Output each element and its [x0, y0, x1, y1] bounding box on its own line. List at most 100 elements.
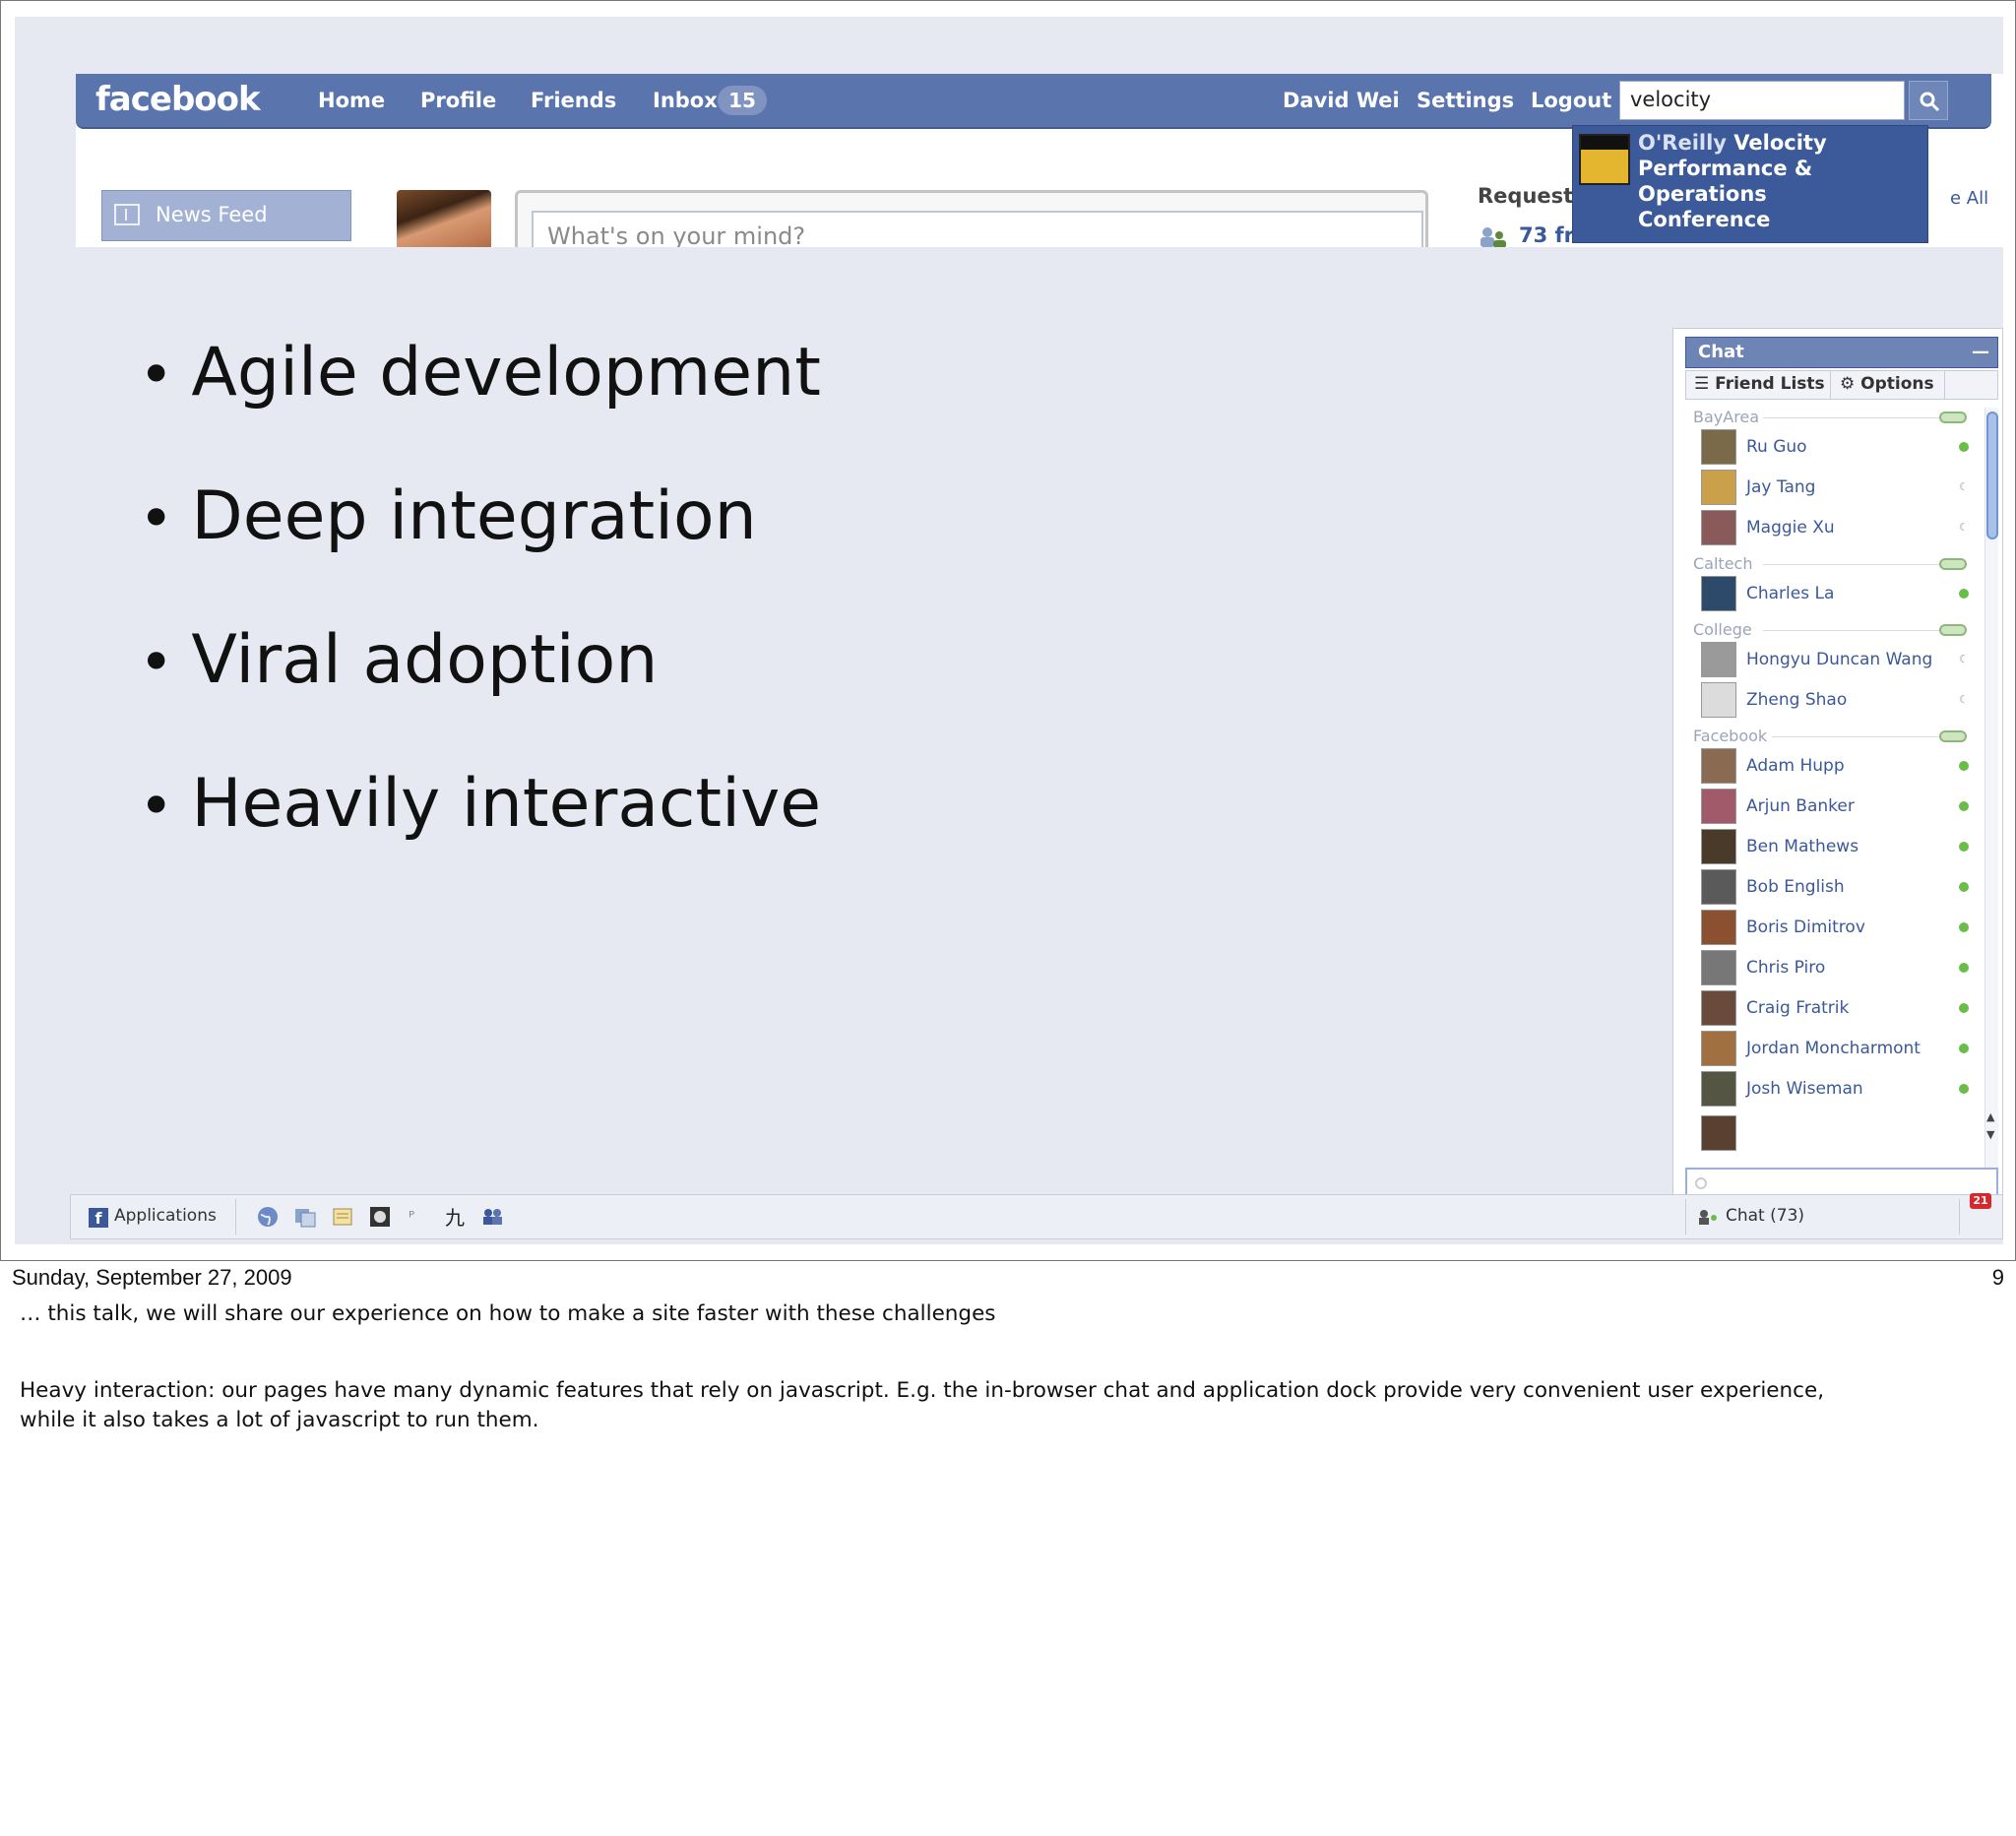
chat-friend-name[interactable]: Charles La: [1746, 584, 1834, 603]
chat-group-label[interactable]: BayArea: [1693, 408, 1759, 426]
chat-friend-name[interactable]: Maggie Xu: [1746, 518, 1835, 538]
online-status-icon: [1959, 442, 1969, 452]
see-all-link[interactable]: e All: [1950, 188, 1988, 209]
notes-icon[interactable]: [331, 1205, 354, 1229]
speaker-note: while it also takes a lot of javascript …: [20, 1408, 539, 1432]
group-toggle[interactable]: [1939, 730, 1967, 742]
group-toggle[interactable]: [1939, 558, 1967, 570]
online-status-icon: [1959, 1044, 1969, 1053]
friend-avatar[interactable]: [1701, 1031, 1736, 1066]
chat-friend-name[interactable]: Zheng Shao: [1746, 690, 1847, 710]
chat-friend-name[interactable]: Ru Guo: [1746, 437, 1807, 457]
nav-friends[interactable]: Friends: [531, 89, 616, 112]
applications-label: Applications: [114, 1206, 217, 1226]
chat-scrollbar[interactable]: [1984, 408, 1998, 1168]
chat-friend-name[interactable]: Bob English: [1746, 877, 1845, 897]
svg-text:九: 九: [445, 1206, 465, 1229]
chat-friend-name[interactable]: Boris Dimitrov: [1746, 918, 1865, 937]
nav-profile[interactable]: Profile: [420, 89, 496, 112]
chat-group-label[interactable]: College: [1693, 620, 1752, 639]
app-tile-icon[interactable]: [368, 1205, 392, 1229]
bullet-item: Agile development: [139, 334, 821, 412]
minimize-icon[interactable]: —: [1972, 342, 1989, 362]
status-input[interactable]: What's on your mind?: [532, 211, 1423, 247]
friend-lists-tab[interactable]: ☰ Friend Lists: [1694, 374, 1825, 394]
friend-avatar[interactable]: [1701, 869, 1736, 905]
nav-inbox[interactable]: Inbox: [653, 89, 718, 112]
idle-status-icon: ☾: [1959, 480, 1969, 493]
search-button[interactable]: [1909, 81, 1948, 120]
scrollbar-thumb[interactable]: [1986, 412, 1998, 539]
options-tab[interactable]: ⚙ Options: [1840, 374, 1934, 394]
online-status-icon: [1959, 963, 1969, 973]
chat-header[interactable]: Chat —: [1685, 337, 1998, 368]
friend-avatar[interactable]: [1701, 789, 1736, 824]
friend-avatar[interactable]: [1701, 576, 1736, 611]
online-status-icon: [1959, 589, 1969, 599]
chat-friend-name[interactable]: Craig Fratrik: [1746, 998, 1849, 1018]
online-status-icon: [1959, 1084, 1969, 1094]
friend-avatar[interactable]: [1701, 990, 1736, 1026]
group-toggle[interactable]: [1939, 412, 1967, 423]
chat-friend-name[interactable]: Jay Tang: [1746, 477, 1815, 497]
applications-button[interactable]: f Applications: [83, 1199, 236, 1235]
requests-heading: Requests: [1478, 184, 1586, 208]
chat-friend-name[interactable]: Hongyu Duncan Wang: [1746, 650, 1932, 669]
facebook-f-icon: f: [89, 1208, 108, 1228]
friend-requests-link[interactable]: 73 fr: [1519, 223, 1574, 247]
news-feed-label: News Feed: [156, 203, 268, 226]
speaker-note: … this talk, we will share our experienc…: [20, 1301, 996, 1326]
search-suggestion-dropdown[interactable]: O'Reilly Velocity Performance & Operatio…: [1572, 125, 1928, 243]
app-icon[interactable]: ᴾ: [406, 1205, 429, 1229]
friend-avatar[interactable]: [1701, 748, 1736, 784]
dock-chat-button[interactable]: Chat (73): [1685, 1199, 1943, 1235]
chat-panel: Chat — ☰ Friend Lists ⚙ Options BayArea R…: [1672, 328, 2003, 1210]
notifications-button[interactable]: 21: [1959, 1193, 1994, 1235]
photos-icon[interactable]: [293, 1205, 317, 1229]
chat-friend-name[interactable]: Adam Hupp: [1746, 756, 1845, 776]
bullet-item: Heavily interactive: [139, 765, 821, 843]
friend-avatar[interactable]: [1701, 910, 1736, 945]
slide-number: 9: [1991, 1265, 2004, 1290]
chat-toolbar: ☰ Friend Lists ⚙ Options: [1685, 370, 1998, 400]
options-label: Options: [1860, 374, 1934, 394]
chat-group-label[interactable]: Caltech: [1693, 554, 1752, 573]
chat-friend-name[interactable]: Jordan Moncharmont: [1746, 1039, 1921, 1058]
sidebar-item-news-feed[interactable]: News Feed: [101, 190, 351, 241]
friends-app-icon[interactable]: [480, 1205, 504, 1229]
friend-avatar[interactable]: [1701, 642, 1736, 677]
facebook-screenshot: facebook Home Profile Friends Inbox 15 D…: [76, 74, 2003, 247]
friend-avatar[interactable]: [1701, 510, 1736, 545]
friend-avatar[interactable]: [1701, 950, 1736, 985]
chat-friend-name[interactable]: Ben Mathews: [1746, 837, 1858, 856]
friend-avatar[interactable]: [1701, 470, 1736, 505]
profile-avatar[interactable]: [397, 190, 491, 247]
kanji-app-icon[interactable]: 九: [443, 1205, 467, 1229]
list-icon: ☰: [1694, 374, 1716, 394]
chat-group-label[interactable]: Facebook: [1693, 727, 1767, 745]
dock-chat-label: Chat (73): [1726, 1206, 1805, 1226]
group-toggle[interactable]: [1939, 624, 1967, 636]
globe-icon[interactable]: [256, 1205, 280, 1229]
friend-avatar[interactable]: [1701, 1115, 1736, 1151]
chat-friend-name[interactable]: Chris Piro: [1746, 958, 1825, 978]
idle-status-icon: ☾: [1959, 653, 1969, 665]
facebook-logo[interactable]: facebook: [95, 80, 261, 119]
friend-avatar[interactable]: [1701, 829, 1736, 864]
nav-logout[interactable]: Logout: [1531, 89, 1611, 112]
online-status-icon: [1959, 1003, 1969, 1013]
online-status-icon: [1959, 761, 1969, 771]
nav-home[interactable]: Home: [318, 89, 385, 112]
search-input[interactable]: velocity: [1619, 81, 1905, 120]
svg-text:ᴾ: ᴾ: [409, 1208, 414, 1227]
chat-friend-list: BayArea Ru Guo Jay Tang ☾ Maggie Xu ☾ Caltech C…: [1685, 404, 1981, 1166]
nav-user-name[interactable]: David Wei: [1283, 89, 1400, 112]
search-suggestion-text[interactable]: O'Reilly Velocity Performance & Operatio…: [1638, 130, 1923, 232]
chat-friend-name[interactable]: Josh Wiseman: [1746, 1079, 1863, 1099]
friend-avatar[interactable]: [1701, 429, 1736, 465]
friend-avatar[interactable]: [1701, 1071, 1736, 1107]
scroll-arrows[interactable]: ▲ ▼: [1986, 1108, 1994, 1144]
chat-friend-name[interactable]: Arjun Banker: [1746, 796, 1855, 816]
nav-settings[interactable]: Settings: [1417, 89, 1514, 112]
friend-avatar[interactable]: [1701, 682, 1736, 718]
